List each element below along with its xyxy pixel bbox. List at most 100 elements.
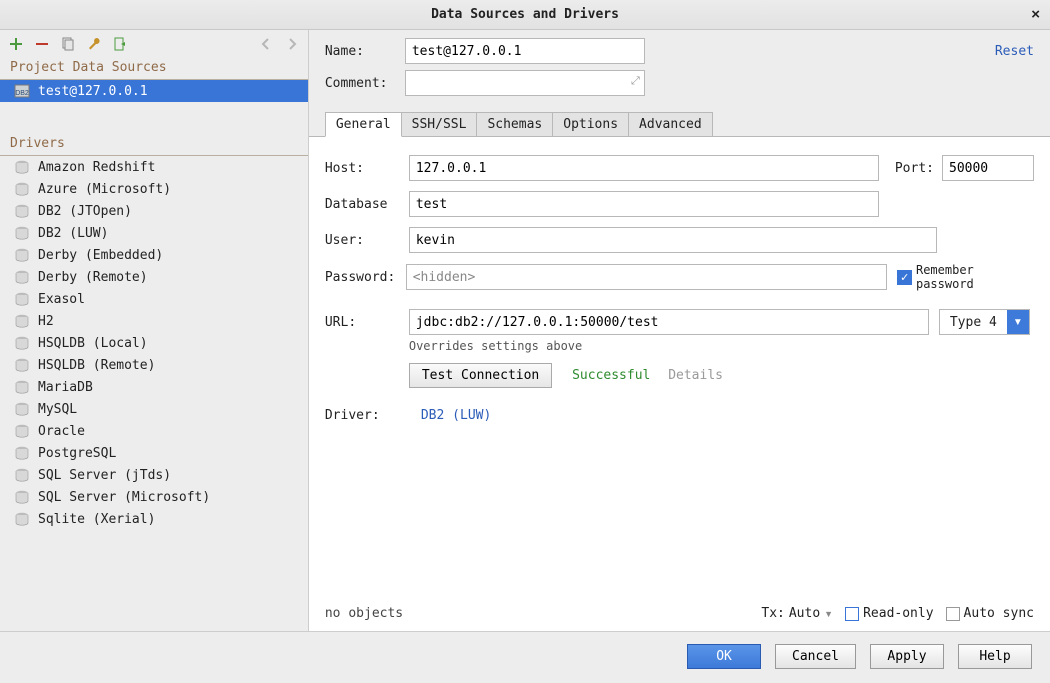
svg-text:DB2: DB2 <box>15 90 29 97</box>
driver-link[interactable]: DB2 (LUW) <box>421 408 491 423</box>
readonly-option[interactable]: Read-only <box>845 606 933 621</box>
driver-item[interactable]: HSQLDB (Local) <box>0 332 308 354</box>
tx-value: Auto <box>789 606 820 621</box>
tab-general[interactable]: General <box>325 112 402 137</box>
password-label: Password: <box>325 270 406 285</box>
help-button[interactable]: Help <box>958 644 1032 669</box>
driver-item[interactable]: Azure (Microsoft) <box>0 178 308 200</box>
driver-item[interactable]: SQL Server (Microsoft) <box>0 486 308 508</box>
port-label: Port: <box>895 161 934 176</box>
details-panel: Name: Reset Comment: ⤢ GeneralSSH/SSLSch… <box>309 30 1050 631</box>
driver-item[interactable]: Derby (Remote) <box>0 266 308 288</box>
forward-icon[interactable] <box>284 36 300 52</box>
no-objects-text: no objects <box>325 606 403 621</box>
driver-item[interactable]: PostgreSQL <box>0 442 308 464</box>
driver-icon <box>14 511 30 527</box>
close-icon[interactable]: × <box>1031 6 1040 23</box>
window-title: Data Sources and Drivers <box>431 7 619 22</box>
add-icon[interactable] <box>8 36 24 52</box>
driver-icon <box>14 313 30 329</box>
remember-password[interactable]: ✓ Remember password <box>897 263 1034 291</box>
wrench-icon[interactable] <box>86 36 102 52</box>
driver-label: Amazon Redshift <box>38 160 155 175</box>
url-label: URL: <box>325 315 409 330</box>
driver-label: H2 <box>38 314 54 329</box>
driver-icon <box>14 269 30 285</box>
url-input[interactable] <box>409 309 929 335</box>
datasource-item[interactable]: DB2 test@127.0.0.1 <box>0 80 308 102</box>
user-input[interactable] <box>409 227 937 253</box>
chevron-down-icon: ▼ <box>1007 310 1029 334</box>
driver-item[interactable]: Sqlite (Xerial) <box>0 508 308 530</box>
driver-item[interactable]: Derby (Embedded) <box>0 244 308 266</box>
copy-icon[interactable] <box>60 36 76 52</box>
database-input[interactable] <box>409 191 879 217</box>
autosync-option[interactable]: Auto sync <box>946 606 1034 621</box>
back-icon[interactable] <box>258 36 274 52</box>
expand-icon[interactable]: ⤢ <box>631 75 640 88</box>
driver-item[interactable]: H2 <box>0 310 308 332</box>
apply-button[interactable]: Apply <box>870 644 944 669</box>
driver-label: SQL Server (Microsoft) <box>38 490 210 505</box>
tab-ssh-ssl[interactable]: SSH/SSL <box>401 112 478 137</box>
import-icon[interactable] <box>112 36 128 52</box>
chevron-down-icon: ▼ <box>824 609 833 619</box>
driver-icon <box>14 379 30 395</box>
name-input[interactable] <box>405 38 645 64</box>
test-connection-button[interactable]: Test Connection <box>409 363 552 388</box>
comment-label: Comment: <box>325 76 405 91</box>
sidebar: Project Data Sources DB2 test@127.0.0.1 … <box>0 30 309 631</box>
name-label: Name: <box>325 44 405 59</box>
driver-item[interactable]: HSQLDB (Remote) <box>0 354 308 376</box>
host-input[interactable] <box>409 155 879 181</box>
drivers-list: Amazon Redshift Azure (Microsoft) DB2 (JTO… <box>0 156 308 631</box>
driver-label: PostgreSQL <box>38 446 116 461</box>
driver-icon <box>14 335 30 351</box>
sidebar-hdr-datasources: Project Data Sources <box>0 56 308 80</box>
tab-schemas[interactable]: Schemas <box>476 112 553 137</box>
driver-item[interactable]: Oracle <box>0 420 308 442</box>
tx-mode[interactable]: Tx: Auto ▼ <box>761 606 833 621</box>
driver-item[interactable]: MariaDB <box>0 376 308 398</box>
driver-label: DB2 (LUW) <box>38 226 108 241</box>
tx-label: Tx: <box>761 606 784 621</box>
tab-advanced[interactable]: Advanced <box>628 112 713 137</box>
driver-item[interactable]: SQL Server (jTds) <box>0 464 308 486</box>
driver-item[interactable]: DB2 (LUW) <box>0 222 308 244</box>
port-input[interactable] <box>942 155 1034 181</box>
driver-icon <box>14 357 30 373</box>
reset-link[interactable]: Reset <box>995 44 1034 59</box>
remove-icon[interactable] <box>34 36 50 52</box>
driver-label: Sqlite (Xerial) <box>38 512 155 527</box>
checkbox-unchecked-icon <box>845 607 859 621</box>
driver-icon <box>14 467 30 483</box>
driver-icon <box>14 291 30 307</box>
checkbox-unchecked-icon <box>946 607 960 621</box>
comment-input[interactable]: ⤢ <box>405 70 645 96</box>
details-link[interactable]: Details <box>668 368 723 383</box>
driver-item[interactable]: Amazon Redshift <box>0 156 308 178</box>
database-label: Database <box>325 197 409 212</box>
url-type-select[interactable]: Type 4 ▼ <box>939 309 1030 335</box>
driver-icon <box>14 159 30 175</box>
driver-label: Derby (Remote) <box>38 270 148 285</box>
driver-item[interactable]: MySQL <box>0 398 308 420</box>
readonly-label: Read-only <box>863 606 933 621</box>
driver-item[interactable]: DB2 (JTOpen) <box>0 200 308 222</box>
url-type-value: Type 4 <box>940 315 1007 330</box>
host-label: Host: <box>325 161 409 176</box>
tab-options[interactable]: Options <box>552 112 629 137</box>
driver-icon <box>14 489 30 505</box>
ok-button[interactable]: OK <box>687 644 761 669</box>
url-hint: Overrides settings above <box>409 339 1034 353</box>
cancel-button[interactable]: Cancel <box>775 644 856 669</box>
db2-icon: DB2 <box>14 83 30 99</box>
dialog-buttons: OK Cancel Apply Help <box>0 631 1050 683</box>
driver-label: DB2 (JTOpen) <box>38 204 132 219</box>
password-input[interactable] <box>406 264 888 290</box>
user-label: User: <box>325 233 409 248</box>
driver-icon <box>14 401 30 417</box>
driver-label: HSQLDB (Remote) <box>38 358 155 373</box>
driver-item[interactable]: Exasol <box>0 288 308 310</box>
driver-label: SQL Server (jTds) <box>38 468 171 483</box>
